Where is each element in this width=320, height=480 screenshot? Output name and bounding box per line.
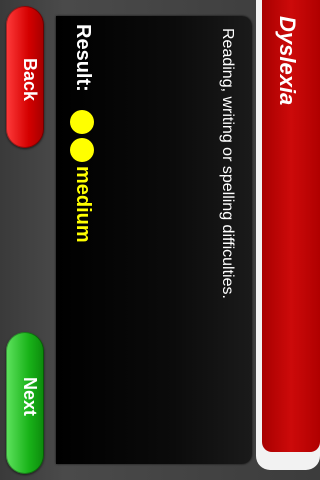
next-button-label: Next <box>20 377 40 417</box>
back-button-label: Back <box>20 58 40 102</box>
result-level: medium <box>72 166 94 243</box>
back-button[interactable]: Back <box>6 6 44 148</box>
rating-dot-icon <box>70 138 94 162</box>
rating-dot-icon <box>70 110 94 134</box>
page-title: Dyslexia <box>275 16 300 106</box>
result-description: Reading, writing or spelling difficultie… <box>219 28 236 299</box>
next-button[interactable]: Next <box>6 332 44 474</box>
result-label: Result: <box>72 24 94 92</box>
